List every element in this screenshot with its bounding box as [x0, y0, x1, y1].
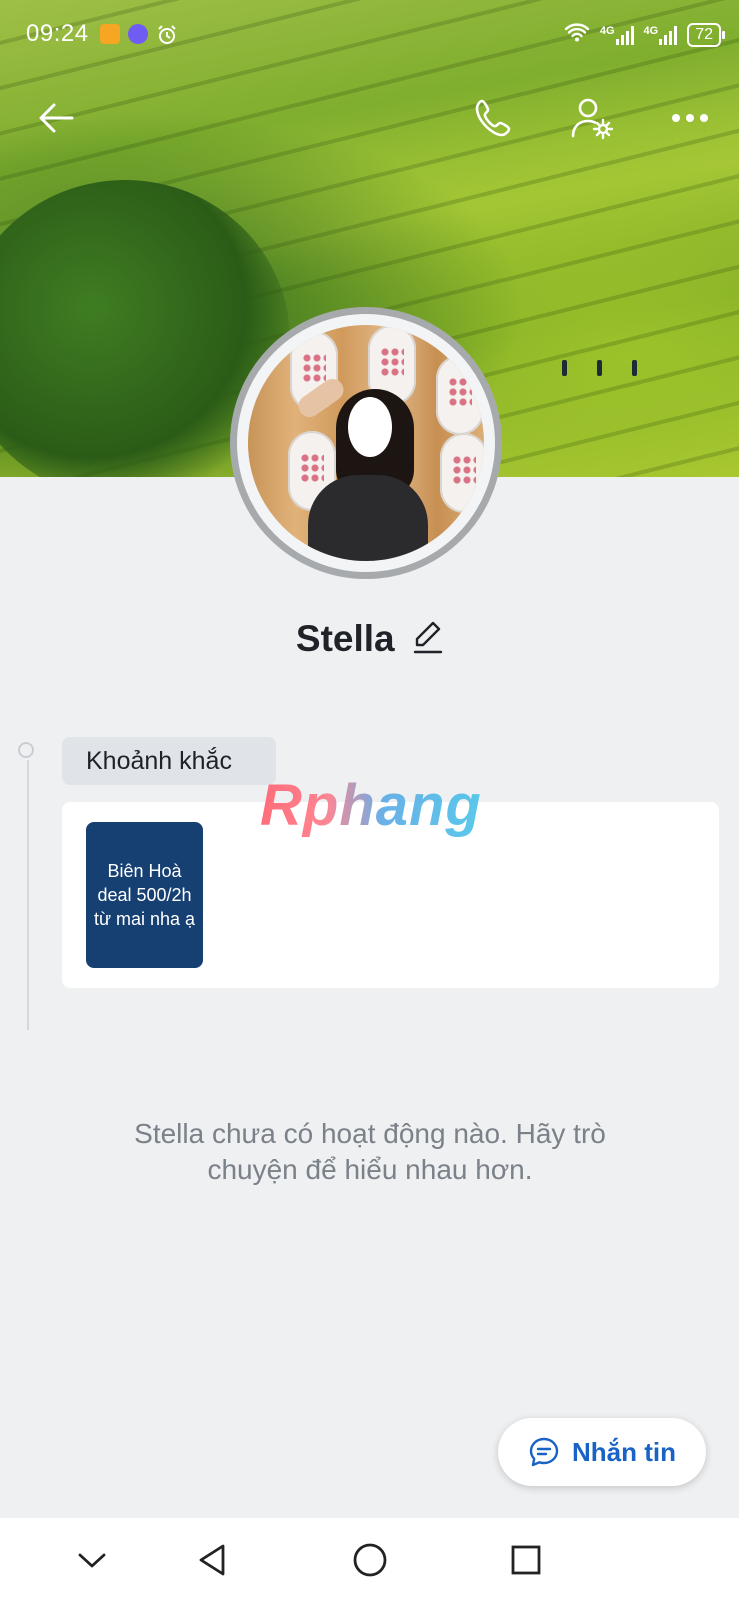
- chevron-down-icon: [78, 1553, 106, 1568]
- moment-note-text: Biên Hoà deal 500/2h từ mai nha ạ: [93, 861, 196, 929]
- profile-name-row: Stella: [0, 618, 739, 660]
- more-icon: [672, 114, 708, 122]
- profile-settings-button[interactable]: [564, 90, 620, 146]
- nav-back-button[interactable]: [182, 1530, 242, 1590]
- recents-square-icon: [511, 1545, 541, 1575]
- timeline-line: [27, 760, 29, 1030]
- notification-icons: [100, 24, 178, 51]
- status-right: 4G 4G 72: [564, 22, 725, 47]
- nav-recents-button[interactable]: [496, 1530, 556, 1590]
- signal-bars-icon: [659, 25, 678, 45]
- profile-name: Stella: [295, 618, 395, 659]
- message-button[interactable]: Nhắn tin: [498, 1418, 706, 1486]
- back-button[interactable]: [28, 90, 84, 146]
- message-button-label: Nhắn tin: [572, 1436, 676, 1467]
- app-notification-icon: [100, 24, 120, 44]
- watermark: Rphang: [260, 773, 482, 838]
- network-type-1: 4G: [599, 24, 615, 37]
- moments-label: Khoảnh khắc: [62, 737, 276, 785]
- user-settings-icon: [571, 98, 614, 140]
- top-bar: [0, 90, 739, 146]
- lantern-shape: [436, 355, 484, 435]
- messenger-notification-icon: [128, 24, 148, 44]
- lantern-shape: [440, 433, 484, 513]
- call-button[interactable]: [466, 90, 522, 146]
- wifi-icon: [564, 22, 590, 47]
- person-shape: [348, 397, 392, 457]
- more-options-button[interactable]: [662, 90, 718, 146]
- nav-home-button[interactable]: [340, 1530, 400, 1590]
- status-bar: 09:24 4G 4G 72: [0, 0, 739, 70]
- back-triangle-icon: [199, 1544, 225, 1576]
- avatar[interactable]: [230, 307, 502, 579]
- avatar-photo: [248, 325, 484, 561]
- moment-note[interactable]: Biên Hoà deal 500/2h từ mai nha ạ: [86, 822, 203, 968]
- chat-bubble-icon: [529, 1437, 559, 1467]
- network-type-2: 4G: [643, 24, 659, 37]
- alarm-icon: [156, 24, 178, 51]
- home-circle-icon: [353, 1543, 387, 1577]
- nav-hide-button[interactable]: [62, 1530, 122, 1590]
- signal-2: 4G: [644, 25, 678, 45]
- battery-indicator: 72: [687, 22, 725, 47]
- pencil-icon: [413, 621, 443, 653]
- phone-icon: [475, 99, 511, 137]
- back-arrow-icon: [39, 103, 74, 133]
- cover-people: [562, 360, 667, 381]
- timeline-dot: [18, 742, 34, 758]
- status-time: 09:24: [26, 20, 89, 47]
- empty-state-text: Stella chưa có hoạt động nào. Hãy trò ch…: [134, 1118, 606, 1185]
- system-nav-bar: [0, 1518, 739, 1600]
- signal-1: 4G: [600, 25, 634, 45]
- edit-name-button[interactable]: [413, 620, 443, 659]
- signal-bars-icon: [615, 25, 634, 45]
- person-shape: [308, 475, 428, 561]
